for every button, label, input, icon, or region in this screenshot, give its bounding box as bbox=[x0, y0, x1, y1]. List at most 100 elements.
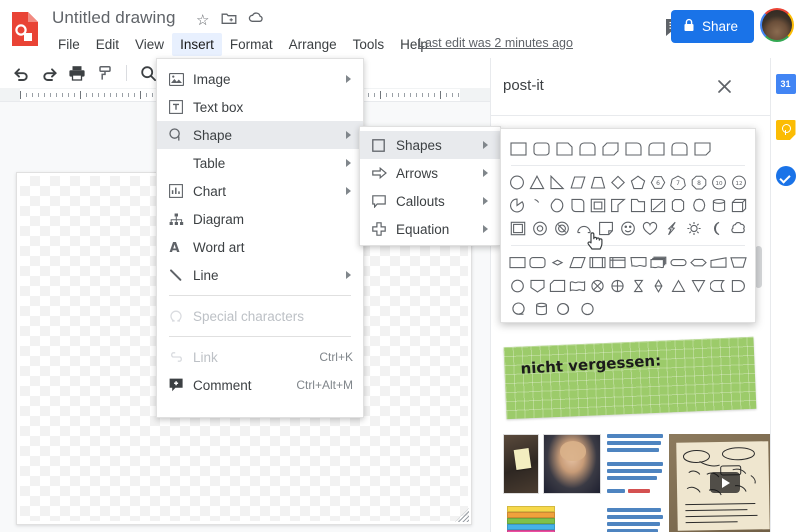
last-edit-link[interactable]: Last edit was 2 minutes ago bbox=[418, 36, 573, 50]
shape-preparation[interactable] bbox=[689, 251, 709, 274]
shape-hexagon[interactable]: 6 bbox=[648, 171, 668, 194]
shape-teardrop[interactable] bbox=[547, 194, 567, 217]
search-input[interactable]: post-it bbox=[503, 77, 544, 94]
insert-menu-item-word-art[interactable]: A Word art bbox=[157, 233, 363, 261]
shape-smiley-face[interactable] bbox=[617, 217, 639, 240]
menu-format[interactable]: Format bbox=[222, 33, 281, 56]
shape-off-page-connector[interactable] bbox=[527, 274, 547, 297]
shape-ellipse[interactable] bbox=[507, 171, 527, 194]
shape-triangle[interactable] bbox=[527, 171, 547, 194]
shape-collate[interactable] bbox=[628, 274, 648, 297]
shape-diamond[interactable] bbox=[608, 171, 628, 194]
shape-or-gate[interactable] bbox=[608, 274, 628, 297]
star-icon[interactable]: ☆ bbox=[196, 11, 209, 29]
shape-internal-storage[interactable] bbox=[608, 251, 628, 274]
shape-folder-corner[interactable] bbox=[628, 194, 648, 217]
result-sticky-note-image[interactable]: nicht vergessen: bbox=[503, 336, 757, 420]
shape-heart[interactable] bbox=[639, 217, 661, 240]
shape-submenu-item-callouts[interactable]: Callouts bbox=[360, 187, 500, 215]
shape-card[interactable] bbox=[547, 274, 567, 297]
shape-decision-small[interactable] bbox=[547, 251, 567, 274]
shape-l-shape[interactable] bbox=[608, 194, 628, 217]
menu-file[interactable]: File bbox=[50, 33, 88, 56]
menu-arrange[interactable]: Arrange bbox=[281, 33, 345, 56]
shape-alternate-process[interactable] bbox=[527, 251, 547, 274]
shape-delay[interactable] bbox=[729, 274, 749, 297]
shape-merge[interactable] bbox=[689, 274, 709, 297]
google-keep-icon[interactable] bbox=[775, 120, 796, 140]
shape-document[interactable] bbox=[628, 251, 648, 274]
shape-frame-square[interactable] bbox=[588, 194, 608, 217]
shape-diagonal-stripe[interactable] bbox=[648, 194, 668, 217]
insert-menu-item-diagram[interactable]: Diagram bbox=[157, 205, 363, 233]
shape-arc[interactable] bbox=[573, 217, 595, 240]
shape-flower-12[interactable] bbox=[689, 194, 709, 217]
shape-round-rect[interactable] bbox=[530, 137, 553, 160]
shape-snip-corner-rect[interactable] bbox=[553, 137, 576, 160]
insert-menu-item-shape[interactable]: Shape bbox=[157, 121, 363, 149]
shape-rect[interactable] bbox=[507, 137, 530, 160]
shape-moon[interactable] bbox=[705, 217, 727, 240]
shape-terminator[interactable] bbox=[668, 251, 688, 274]
shape-snip-round-corner[interactable] bbox=[645, 137, 668, 160]
google-tasks-icon[interactable] bbox=[775, 166, 796, 186]
shape-display[interactable] bbox=[576, 297, 599, 320]
shape-pentagon[interactable] bbox=[628, 171, 648, 194]
shape-cloud[interactable] bbox=[727, 217, 749, 240]
panel-scrollbar[interactable] bbox=[755, 246, 762, 288]
shape-manual-operation[interactable] bbox=[729, 251, 749, 274]
shape-round-one-corner[interactable] bbox=[622, 137, 645, 160]
insert-menu-item-table[interactable]: Table bbox=[157, 149, 363, 177]
shape-data[interactable] bbox=[568, 251, 588, 274]
shape-sort[interactable] bbox=[648, 274, 668, 297]
shape-direct-access-storage[interactable] bbox=[553, 297, 576, 320]
shape-summing-junction[interactable] bbox=[588, 274, 608, 297]
shape-round-two-corner[interactable] bbox=[668, 137, 691, 160]
play-button[interactable] bbox=[710, 472, 740, 493]
shape-dodecagon[interactable]: 12 bbox=[729, 171, 749, 194]
shape-parallelogram[interactable] bbox=[568, 171, 588, 194]
insert-menu-item-comment[interactable]: Comment Ctrl+Alt+M bbox=[157, 371, 363, 399]
shape-connector[interactable] bbox=[507, 274, 527, 297]
shape-snip-one-corner[interactable] bbox=[691, 137, 714, 160]
shape-right-triangle[interactable] bbox=[547, 171, 567, 194]
shape-pie[interactable] bbox=[507, 194, 527, 217]
insert-menu-item-line[interactable]: Line bbox=[157, 261, 363, 289]
shape-folded-corner-note[interactable] bbox=[595, 217, 617, 240]
undo-button[interactable] bbox=[8, 61, 34, 85]
document-title[interactable]: Untitled drawing bbox=[52, 8, 176, 28]
paint-format-button[interactable] bbox=[92, 61, 118, 85]
insert-menu-item-image[interactable]: Image bbox=[157, 65, 363, 93]
shape-cylinder[interactable] bbox=[709, 194, 729, 217]
shape-trapezoid[interactable] bbox=[588, 171, 608, 194]
shape-snip-diag-rect[interactable] bbox=[599, 137, 622, 160]
shape-chord[interactable] bbox=[527, 194, 547, 217]
shape-sequential-storage[interactable] bbox=[507, 297, 530, 320]
shape-no-symbol[interactable] bbox=[551, 217, 573, 240]
shape-round-top-rect[interactable] bbox=[576, 137, 599, 160]
shape-lightning-bolt[interactable] bbox=[661, 217, 683, 240]
result-article-image[interactable] bbox=[497, 434, 771, 532]
shape-flower-8[interactable] bbox=[668, 194, 688, 217]
insert-menu-item-chart[interactable]: Chart bbox=[157, 177, 363, 205]
close-icon[interactable] bbox=[712, 74, 736, 98]
shape-extract[interactable] bbox=[668, 274, 688, 297]
google-calendar-icon[interactable] bbox=[775, 74, 796, 94]
share-button[interactable]: Share bbox=[670, 10, 754, 43]
menu-edit[interactable]: Edit bbox=[88, 33, 127, 56]
shape-decagon[interactable]: 10 bbox=[709, 171, 729, 194]
shape-predefined-process[interactable] bbox=[588, 251, 608, 274]
shape-submenu-item-shapes[interactable]: Shapes bbox=[360, 131, 500, 159]
shape-punched-tape[interactable] bbox=[568, 274, 588, 297]
shape-octagon[interactable]: 8 bbox=[689, 171, 709, 194]
shape-heptagon[interactable]: 7 bbox=[668, 171, 688, 194]
menu-tools[interactable]: Tools bbox=[345, 33, 393, 56]
cloud-saved-icon[interactable] bbox=[248, 11, 265, 28]
shape-stored-data[interactable] bbox=[709, 274, 729, 297]
shape-submenu-item-arrows[interactable]: Arrows bbox=[360, 159, 500, 187]
result-video-thumbnail[interactable] bbox=[669, 434, 771, 532]
redo-button[interactable] bbox=[36, 61, 62, 85]
shape-submenu-item-equation[interactable]: Equation bbox=[360, 215, 500, 243]
insert-menu-item-text-box[interactable]: Text box bbox=[157, 93, 363, 121]
move-to-folder-icon[interactable] bbox=[221, 11, 237, 29]
